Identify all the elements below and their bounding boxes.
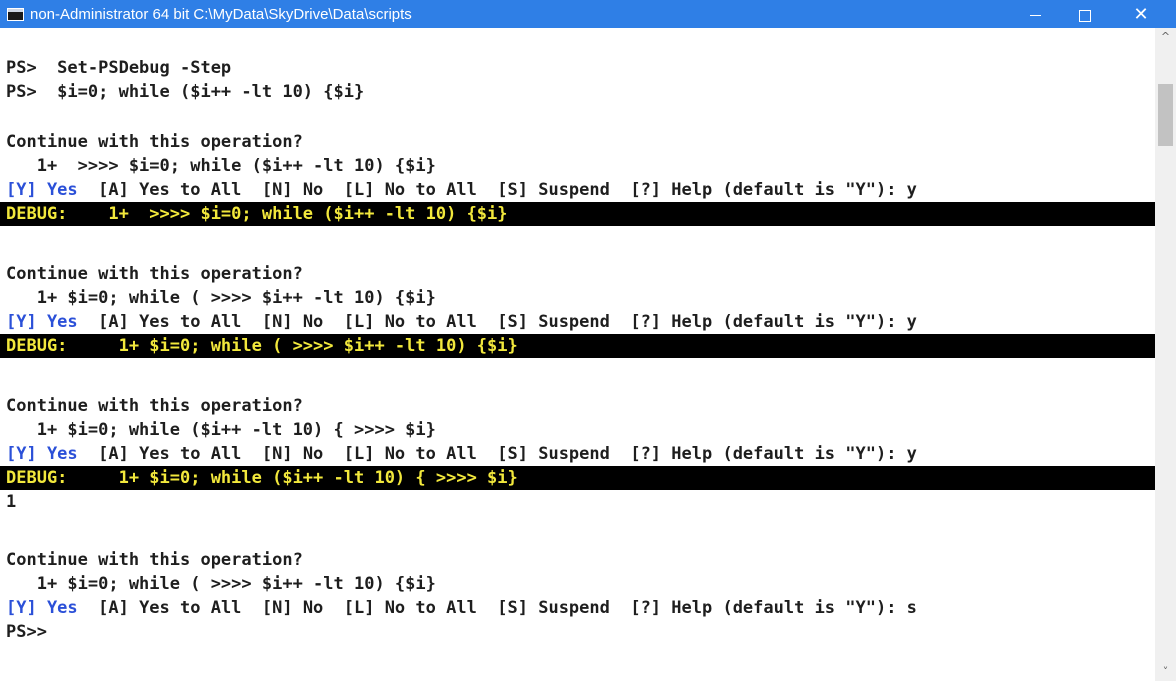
- confirm-question: Continue with this operation?: [6, 132, 303, 152]
- confirm-question: Continue with this operation?: [6, 396, 303, 416]
- confirm-statement: 1+ >>>> $i=0; while ($i++ -lt 10) {$i}: [6, 156, 436, 176]
- minimize-icon: [1029, 15, 1041, 16]
- choice-line: [Y] Yes [A] Yes to All [N] No [L] No to …: [6, 310, 917, 334]
- yes-choice: [Y] Yes: [6, 180, 78, 200]
- console-output[interactable]: PS> Set-PSDebug -Step PS> $i=0; while ($…: [0, 28, 1155, 681]
- debug-line: DEBUG: 1+ $i=0; while ($i++ -lt 10) { >>…: [6, 468, 518, 488]
- confirm-statement: 1+ $i=0; while ( >>>> $i++ -lt 10) {$i}: [6, 574, 436, 594]
- confirm-question: Continue with this operation?: [6, 550, 303, 570]
- yes-choice: [Y] Yes: [6, 444, 78, 464]
- maximize-icon: [1079, 9, 1091, 22]
- debug-line: DEBUG: 1+ $i=0; while ( >>>> $i++ -lt 10…: [6, 336, 518, 356]
- prompt-line: PS> $i=0; while ($i++ -lt 10) {$i}: [6, 82, 365, 102]
- vertical-scrollbar[interactable]: ^ ˅: [1155, 28, 1176, 681]
- yes-choice: [Y] Yes: [6, 598, 78, 618]
- choice-options: [A] Yes to All [N] No [L] No to All [S] …: [77, 444, 917, 464]
- close-icon: ✕: [1133, 4, 1149, 25]
- prompt-line: PS> Set-PSDebug -Step: [6, 58, 232, 78]
- scroll-down-icon[interactable]: ˅: [1155, 663, 1176, 681]
- confirm-statement: 1+ $i=0; while ($i++ -lt 10) { >>>> $i}: [6, 420, 436, 440]
- output-value: 1: [6, 492, 17, 512]
- debug-line: DEBUG: 1+ >>>> $i=0; while ($i++ -lt 10)…: [6, 204, 508, 224]
- nested-prompt: PS>>: [6, 622, 47, 642]
- choice-line: [Y] Yes [A] Yes to All [N] No [L] No to …: [6, 178, 917, 202]
- choice-options: [A] Yes to All [N] No [L] No to All [S] …: [77, 312, 917, 332]
- scroll-thumb[interactable]: [1158, 84, 1173, 146]
- window-title: non-Administrator 64 bit C:\MyData\SkyDr…: [30, 6, 412, 23]
- yes-choice: [Y] Yes: [6, 312, 78, 332]
- confirm-statement: 1+ $i=0; while ( >>>> $i++ -lt 10) {$i}: [6, 288, 436, 308]
- console-app-icon[interactable]: [7, 8, 24, 21]
- choice-line: [Y] Yes [A] Yes to All [N] No [L] No to …: [6, 442, 917, 466]
- scroll-up-icon[interactable]: ^: [1155, 28, 1176, 46]
- confirm-question: Continue with this operation?: [6, 264, 303, 284]
- console-window: non-Administrator 64 bit C:\MyData\SkyDr…: [0, 0, 1176, 681]
- choice-options: [A] Yes to All [N] No [L] No to All [S] …: [77, 180, 917, 200]
- choice-line: [Y] Yes [A] Yes to All [N] No [L] No to …: [6, 596, 917, 620]
- choice-options: [A] Yes to All [N] No [L] No to All [S] …: [77, 598, 917, 618]
